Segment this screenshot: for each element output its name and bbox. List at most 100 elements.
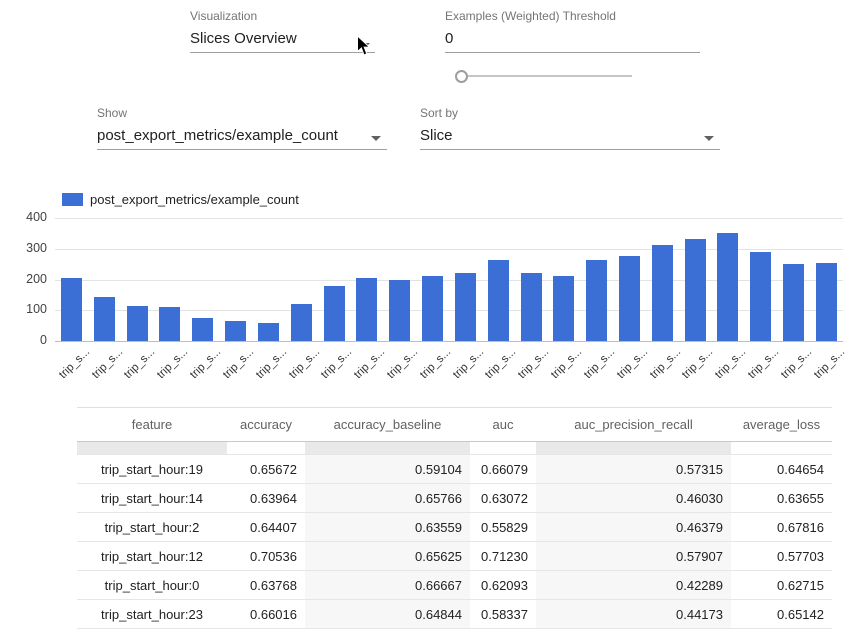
metric-cell[interactable]: 0.64654 (731, 455, 832, 484)
threshold-input[interactable]: 0 (445, 30, 453, 47)
bar[interactable] (750, 252, 771, 341)
bar-slot: trip_s... (547, 218, 580, 341)
bar[interactable] (652, 245, 673, 341)
x-axis-label: trip_s... (648, 346, 683, 381)
filter-cell-accuracy[interactable] (227, 442, 305, 455)
metric-cell[interactable]: 0.71230 (470, 542, 536, 571)
x-axis-label: trip_s... (90, 346, 125, 381)
metric-cell[interactable]: 0.57703 (731, 542, 832, 571)
bar[interactable] (291, 304, 312, 342)
filter-cell-feature[interactable] (77, 442, 227, 455)
metric-cell[interactable]: 0.42289 (536, 571, 731, 600)
bar[interactable] (192, 318, 213, 341)
bar[interactable] (586, 260, 607, 341)
threshold-slider-track[interactable] (456, 75, 632, 77)
sort-by-dropdown-arrow-icon[interactable] (704, 136, 714, 141)
metric-cell[interactable]: 0.59104 (305, 455, 470, 484)
metric-cell[interactable]: 0.67816 (731, 513, 832, 542)
column-header-accuracy[interactable]: accuracy (227, 408, 305, 442)
column-header-auc[interactable]: auc (470, 408, 536, 442)
x-axis-label: trip_s... (254, 346, 289, 381)
metric-cell[interactable]: 0.57315 (536, 455, 731, 484)
sort-by-select-underline (420, 149, 720, 150)
bar-slot: trip_s... (318, 218, 351, 341)
metric-cell[interactable]: 0.62093 (470, 571, 536, 600)
bar[interactable] (816, 263, 837, 341)
bar-slot: trip_s... (285, 218, 318, 341)
bar[interactable] (127, 306, 148, 341)
bar[interactable] (389, 280, 410, 342)
metric-cell[interactable]: 0.65766 (305, 484, 470, 513)
metric-cell[interactable]: 0.65672 (227, 455, 305, 484)
column-header-feature[interactable]: feature (77, 408, 227, 442)
column-header-average_loss[interactable]: average_loss (731, 408, 832, 442)
bar-slot: trip_s... (252, 218, 285, 341)
x-axis-label: trip_s... (713, 346, 748, 381)
metric-cell[interactable]: 0.64407 (227, 513, 305, 542)
bar[interactable] (258, 323, 279, 341)
filter-cell-accuracy_baseline[interactable] (305, 442, 470, 455)
bar[interactable] (717, 233, 738, 341)
metric-cell[interactable]: 0.66667 (305, 571, 470, 600)
filter-cell-auc[interactable] (470, 442, 536, 455)
feature-cell[interactable]: trip_start_hour:0 (77, 571, 227, 600)
show-select-value[interactable]: post_export_metrics/example_count (97, 127, 338, 144)
metric-cell[interactable]: 0.65625 (305, 542, 470, 571)
x-axis-label: trip_s... (221, 346, 256, 381)
metric-cell[interactable]: 0.63655 (731, 484, 832, 513)
bar[interactable] (324, 286, 345, 341)
legend-swatch (62, 193, 83, 206)
metric-cell[interactable]: 0.46379 (536, 513, 731, 542)
metric-cell[interactable]: 0.66016 (227, 600, 305, 629)
bar[interactable] (94, 297, 115, 341)
bar[interactable] (619, 256, 640, 341)
metric-cell[interactable]: 0.58337 (470, 600, 536, 629)
sort-by-select-value[interactable]: Slice (420, 127, 453, 144)
metric-cell[interactable]: 0.46030 (536, 484, 731, 513)
bar-slot: trip_s... (186, 218, 219, 341)
x-axis-label: trip_s... (188, 346, 223, 381)
bar[interactable] (488, 260, 509, 342)
metric-cell[interactable]: 0.44173 (536, 600, 731, 629)
metric-cell[interactable]: 0.66079 (470, 455, 536, 484)
bar-slot: trip_s... (449, 218, 482, 341)
column-header-accuracy_baseline[interactable]: accuracy_baseline (305, 408, 470, 442)
metric-cell[interactable]: 0.57907 (536, 542, 731, 571)
bar[interactable] (356, 278, 377, 341)
bar[interactable] (455, 273, 476, 341)
metric-cell[interactable]: 0.55829 (470, 513, 536, 542)
feature-cell[interactable]: trip_start_hour:14 (77, 484, 227, 513)
threshold-slider-thumb[interactable] (455, 70, 468, 83)
x-axis-label: trip_s... (418, 346, 453, 381)
metric-cell[interactable]: 0.63964 (227, 484, 305, 513)
metric-cell[interactable]: 0.65142 (731, 600, 832, 629)
bar[interactable] (159, 307, 180, 341)
metric-cell[interactable]: 0.63072 (470, 484, 536, 513)
bar[interactable] (61, 278, 82, 341)
filter-cell-auc_precision_recall[interactable] (536, 442, 731, 455)
column-header-auc_precision_recall[interactable]: auc_precision_recall (536, 408, 731, 442)
x-axis-baseline (55, 341, 843, 342)
bar-slot: trip_s... (679, 218, 712, 341)
visualization-select-value[interactable]: Slices Overview (190, 30, 297, 47)
feature-cell[interactable]: trip_start_hour:19 (77, 455, 227, 484)
bar-slot: trip_s... (350, 218, 383, 341)
feature-cell[interactable]: trip_start_hour:12 (77, 542, 227, 571)
metric-cell[interactable]: 0.70536 (227, 542, 305, 571)
show-dropdown-arrow-icon[interactable] (371, 136, 381, 141)
filter-cell-average_loss[interactable] (731, 442, 832, 455)
metric-cell[interactable]: 0.63559 (305, 513, 470, 542)
feature-cell[interactable]: trip_start_hour:23 (77, 600, 227, 629)
metric-cell[interactable]: 0.64844 (305, 600, 470, 629)
slices-overview-chart: post_export_metrics/example_count trip_s… (0, 186, 863, 416)
bar[interactable] (521, 273, 542, 341)
metric-cell[interactable]: 0.63768 (227, 571, 305, 600)
feature-cell[interactable]: trip_start_hour:2 (77, 513, 227, 542)
plot-area: trip_s...trip_s...trip_s...trip_s...trip… (55, 218, 843, 341)
bar[interactable] (553, 276, 574, 341)
metric-cell[interactable]: 0.62715 (731, 571, 832, 600)
bar[interactable] (685, 239, 706, 341)
bar[interactable] (783, 264, 804, 341)
bar[interactable] (225, 321, 246, 341)
bar[interactable] (422, 276, 443, 341)
